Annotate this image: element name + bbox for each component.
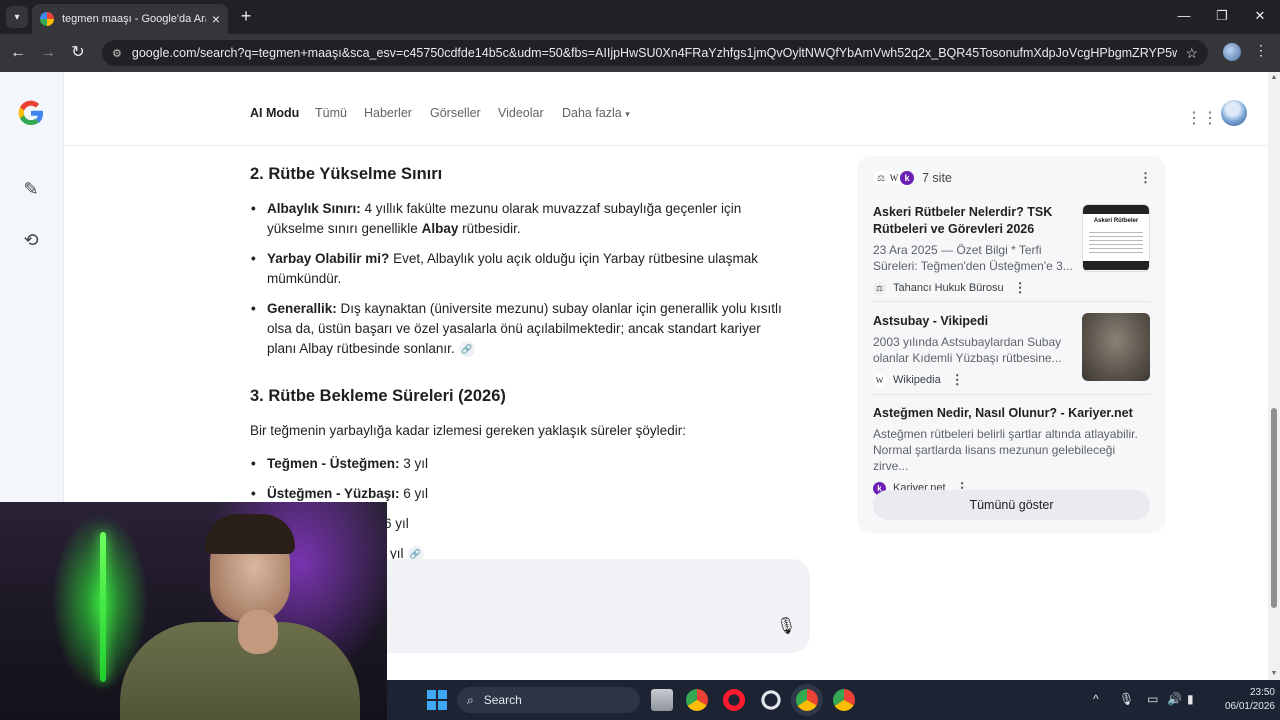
google-logo[interactable] — [16, 98, 46, 128]
address-bar[interactable]: ⚙ google.com/search?q=tegmen+maaşı&sca_e… — [102, 40, 1208, 66]
microphone-icon[interactable]: 🎙 — [776, 616, 796, 636]
section3-intro: Bir teğmenin yarbaylığa kadar izlemesi g… — [250, 423, 686, 438]
minimize-button[interactable]: — — [1174, 8, 1194, 23]
chrome-active-icon[interactable] — [796, 689, 818, 711]
back-button[interactable]: ← — [8, 43, 28, 63]
source-menu-icon[interactable]: ⋮ — [1014, 280, 1027, 296]
list-item: Albaylık Sınırı: 4 yıllık fakülte mezunu… — [251, 199, 787, 239]
browser-tab[interactable]: tegmen maaşı - Google'da Ara × — [32, 4, 228, 34]
source-link-icon[interactable]: 🔗 — [458, 341, 475, 358]
tab-close-icon[interactable]: × — [212, 11, 220, 27]
list-item: Üsteğmen - Yüzbaşı: 6 yıl — [251, 484, 787, 504]
source-title: Asteğmen Nedir, Nasıl Olunur? - Kariyer.… — [873, 406, 1133, 420]
network-icon[interactable]: ▭ — [1147, 692, 1158, 706]
kariyer-favicon-icon: k — [899, 170, 915, 186]
source-menu-icon[interactable]: ⋮ — [951, 372, 964, 388]
maximize-button[interactable]: ❐ — [1212, 8, 1232, 24]
list-item: Generallik: Dış kaynaktan (üniversite me… — [251, 299, 787, 359]
windows-start-icon[interactable] — [427, 690, 447, 710]
volume-icon[interactable]: 🔊 — [1167, 692, 1182, 706]
list-item: Yarbay Olabilir mi? Evet, Albaylık yolu … — [251, 249, 787, 289]
page-scrollbar[interactable]: ▲ ▼ — [1268, 72, 1280, 680]
chevron-down-icon: ▾ — [625, 109, 630, 119]
source-thumbnail[interactable] — [1082, 313, 1150, 381]
taskbar-search-label: Search — [483, 693, 522, 707]
browser-menu-icon[interactable]: ⋮ — [1254, 42, 1268, 59]
history-icon[interactable]: ⟲ — [20, 229, 42, 251]
tab-more[interactable]: Daha fazla ▾ — [562, 106, 630, 120]
chrome-profile-icon[interactable] — [833, 689, 855, 711]
person-hand — [238, 610, 278, 654]
new-tab-button[interactable]: + — [236, 6, 256, 26]
webcam-overlay — [0, 502, 387, 720]
account-avatar[interactable] — [1221, 100, 1247, 126]
source-title: Askeri Rütbeler Nelerdir? TSK Rütbeleri … — [873, 205, 1053, 236]
source-snippet: 23 Ara 2025 — Özet Bilgi * Terfi Süreler… — [873, 243, 1073, 273]
taskbar-search[interactable]: ⌕ Search — [457, 687, 640, 713]
chrome-icon[interactable] — [686, 689, 708, 711]
bookmark-star-icon[interactable]: ☆ — [1185, 45, 1198, 62]
tab-more-label: Daha fazla — [562, 106, 622, 120]
sources-header[interactable]: ⚖ W k 7 site — [873, 170, 952, 186]
source-title: Astsubay - Vikipedi — [873, 314, 989, 328]
clock-date: 06/01/2026 — [1224, 701, 1275, 712]
tray-mic-icon[interactable]: 🎙 — [1119, 692, 1134, 706]
google-nav-bar: AI Modu Tümü Haberler Görseller Videolar… — [64, 72, 1268, 146]
tab-title: tegmen maaşı - Google'da Ara — [62, 13, 206, 25]
sources-count: 7 site — [922, 171, 952, 185]
new-chat-icon[interactable]: ✎ — [20, 178, 42, 200]
show-all-button[interactable]: Tümünü göster — [873, 490, 1150, 520]
wikipedia-favicon-icon: W — [873, 373, 886, 387]
source-card[interactable]: Asteğmen Nedir, Nasıl Olunur? - Kariyer.… — [873, 405, 1150, 496]
scrollbar-thumb[interactable] — [1271, 408, 1277, 608]
divider — [873, 301, 1150, 302]
tray-overflow-icon[interactable]: ^ — [1093, 692, 1099, 706]
divider — [873, 394, 1150, 395]
scroll-down-icon[interactable]: ▼ — [1270, 670, 1278, 677]
section2-heading: 2. Rütbe Yükselme Sınırı — [250, 165, 443, 183]
tab-search-button[interactable]: ▾ — [6, 6, 28, 28]
section3-heading: 3. Rütbe Bekleme Süreleri (2026) — [250, 387, 506, 405]
source-snippet: 2003 yılında Astsubaylardan Subay olanla… — [873, 335, 1062, 365]
battery-icon[interactable]: ▮ — [1187, 692, 1194, 706]
led-strip — [100, 532, 106, 682]
task-view-icon[interactable] — [651, 689, 673, 711]
google-apps-icon[interactable]: ⋮⋮ — [1186, 108, 1218, 127]
follow-up-input[interactable] — [387, 559, 810, 653]
google-favicon-icon — [40, 12, 54, 26]
browser-profile-avatar[interactable] — [1223, 43, 1241, 61]
browser-toolbar: ← → ↻ ⚙ google.com/search?q=tegmen+maaşı… — [0, 34, 1280, 72]
list-item: Teğmen - Üsteğmen: 3 yıl — [251, 454, 787, 474]
windows-taskbar: ⌕ Search ^ 🎙 ▭ 🔊 ▮ 23:50 06/01/2026 — [387, 680, 1280, 720]
source-thumbnail[interactable]: Askeri Rütbeler — [1082, 204, 1150, 272]
scroll-up-icon[interactable]: ▲ — [1270, 74, 1278, 81]
url-text: google.com/search?q=tegmen+maaşı&sca_esv… — [131, 46, 1178, 60]
tab-ai-mode[interactable]: AI Modu — [250, 106, 299, 120]
tab-news[interactable]: Haberler — [364, 106, 412, 120]
sources-menu-icon[interactable]: ⋮ — [1139, 170, 1152, 186]
google-g-icon — [18, 100, 44, 126]
system-clock[interactable]: 23:50 06/01/2026 — [1205, 686, 1275, 714]
person-hair — [205, 514, 295, 554]
list-item-partial: 6 yıl — [384, 516, 409, 531]
tab-all[interactable]: Tümü — [315, 106, 347, 120]
source-site: ⚖ Tahancı Hukuk Bürosu ⋮ — [873, 280, 1150, 296]
sources-panel: ⚖ W k 7 site ⋮ Askeri Rütbeler Nelerdir?… — [857, 156, 1166, 533]
forward-button[interactable]: → — [38, 43, 58, 63]
app-icon[interactable] — [760, 689, 782, 711]
tab-videos[interactable]: Videolar — [498, 106, 544, 120]
opera-icon[interactable] — [723, 689, 745, 711]
source-snippet: Asteğmen rütbeleri belirli şartlar altın… — [873, 427, 1138, 473]
search-icon: ⌕ — [467, 692, 474, 707]
tahanci-favicon-icon: ⚖ — [873, 281, 886, 295]
close-window-button[interactable]: ✕ — [1250, 8, 1270, 24]
browser-tabstrip: ▾ tegmen maaşı - Google'da Ara × + — ❐ ✕ — [0, 0, 1280, 34]
tab-images[interactable]: Görseller — [430, 106, 481, 120]
reload-button[interactable]: ↻ — [68, 43, 88, 63]
clock-time: 23:50 — [1249, 687, 1275, 698]
site-info-icon[interactable]: ⚙ — [112, 47, 122, 60]
